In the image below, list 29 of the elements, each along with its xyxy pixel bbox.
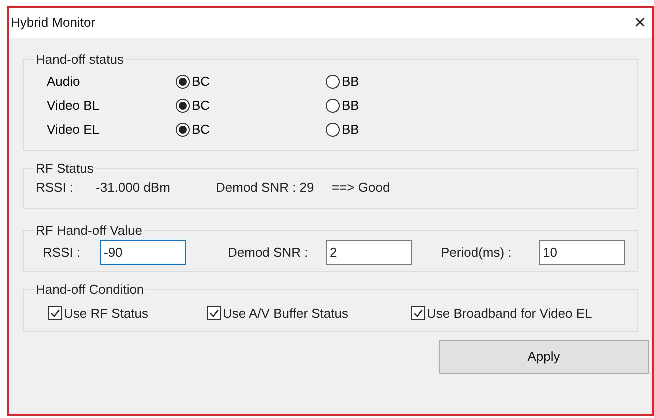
row-label: Audio <box>47 72 82 91</box>
group-title: Hand-off Condition <box>35 281 146 299</box>
status-text: Demod SNR : 29 <box>216 179 316 197</box>
checkbox-option[interactable]: Use A/V Buffer Status <box>207 304 411 323</box>
radio-option[interactable]: BB <box>326 120 476 140</box>
field-label: Demod SNR : <box>228 244 310 262</box>
radio-option[interactable]: BC <box>176 120 326 140</box>
apply-button[interactable]: Apply <box>439 340 649 374</box>
radio-option[interactable]: BB <box>326 96 476 116</box>
status-text: RSSI : <box>36 179 75 197</box>
field-label: Period(ms) : <box>441 244 513 262</box>
row-label: Video BL <box>47 96 101 115</box>
radio-option[interactable]: BC <box>176 72 326 92</box>
checkbox-option[interactable]: Use RF Status <box>48 304 207 323</box>
status-text: -31.000 dBm <box>96 179 172 197</box>
group-title: Hand-off status <box>35 51 125 69</box>
field-label: RSSI : <box>43 244 82 262</box>
checkbox-option[interactable]: Use Broadband for Video EL <box>411 304 592 323</box>
window-title: Hybrid Monitor <box>11 14 96 32</box>
input-field[interactable]: -90 <box>100 240 186 265</box>
radio-option[interactable]: BB <box>326 72 476 92</box>
status-text: ==> Good <box>332 179 390 197</box>
input-field[interactable]: 10 <box>539 240 625 265</box>
input-field[interactable]: 2 <box>326 240 412 265</box>
radio-option[interactable]: BC <box>176 96 326 116</box>
group-title: RF Status <box>35 160 95 178</box>
row-label: Video EL <box>47 120 101 139</box>
group-title: RF Hand-off Value <box>35 222 144 240</box>
close-button[interactable]: × <box>632 13 648 33</box>
